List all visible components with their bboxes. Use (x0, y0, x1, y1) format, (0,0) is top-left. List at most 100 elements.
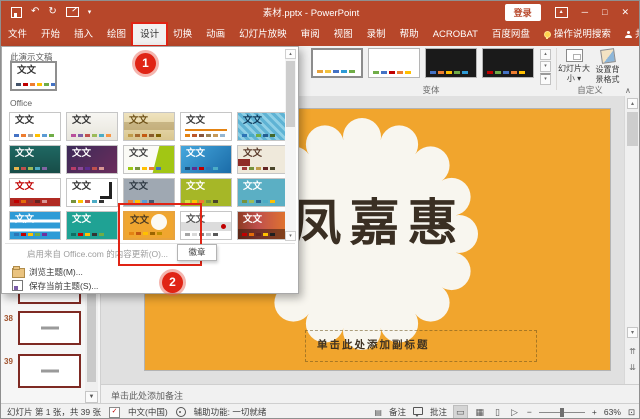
fit-to-window-icon[interactable]: ⊡ (628, 407, 635, 418)
slideshow-view-button[interactable]: ▷ (509, 406, 520, 419)
theme-color-strip (14, 200, 47, 203)
office-content-update-item: 启用来自 Office.com 的内容更新(O)... (27, 248, 168, 260)
slide-thumbnail-38[interactable] (18, 311, 81, 345)
thumbnail-scroll-down-icon[interactable]: ▼ (85, 391, 98, 403)
gallery-scroll-down-icon[interactable]: ▾ (540, 61, 551, 72)
variants-gallery (311, 48, 534, 78)
scroll-up-icon[interactable]: ▴ (627, 98, 638, 109)
minimize-button[interactable]: ─ (582, 8, 588, 17)
tab-视图[interactable]: 视图 (327, 23, 360, 46)
zoom-slider[interactable] (539, 408, 585, 417)
tab-设计[interactable]: 设计 (133, 23, 166, 46)
scroll-down-icon[interactable]: ▾ (627, 327, 638, 338)
tab-审阅[interactable]: 审阅 (294, 23, 327, 46)
theme-thumbnail[interactable]: 文文 (180, 145, 232, 174)
tab-插入[interactable]: 插入 (67, 23, 100, 46)
gallery-scroll-up-icon[interactable]: ▴ (540, 49, 551, 60)
tab-百度网盘[interactable]: 百度网盘 (485, 23, 537, 46)
undo-icon[interactable]: ↶ (31, 7, 39, 17)
slide-size-button[interactable]: 幻灯片大小 ▾ (557, 49, 591, 83)
panel-scroll-up-icon[interactable]: ▴ (285, 49, 296, 59)
variant-thumbnail[interactable] (368, 48, 420, 78)
theme-thumbnail[interactable]: 文文 (180, 211, 232, 240)
theme-thumbnail[interactable]: 文文 (237, 112, 289, 141)
thumbnail-scrollbar-thumb[interactable] (87, 294, 96, 382)
theme-thumbnail[interactable]: 文文 (66, 178, 118, 207)
theme-thumbnail[interactable]: 文文 (9, 145, 61, 174)
theme-thumbnail[interactable]: 文文 (180, 112, 232, 141)
variants-gallery-scroll: ▴ ▾ ▾ (540, 49, 551, 85)
zoom-in-button[interactable]: + (592, 407, 597, 417)
previous-slide-icon[interactable]: ⇈ (627, 347, 638, 356)
thumbnail-scrollbar[interactable]: ▼ (85, 294, 98, 403)
panel-scrollbar[interactable]: ▴ ▾ (285, 49, 296, 241)
theme-thumbnail[interactable]: 文文 (123, 145, 175, 174)
maximize-button[interactable]: □ (602, 8, 607, 17)
office-section-label: Office (10, 98, 32, 108)
sign-in-button[interactable]: 登录 (505, 4, 541, 21)
format-background-button[interactable]: 设置背景格式 (592, 49, 623, 84)
theme-thumbnail-badge[interactable]: 文文 (123, 211, 175, 240)
theme-thumbnail[interactable]: 文文 (66, 112, 118, 141)
editor-scrollbar-thumb[interactable] (627, 112, 638, 146)
tab-文件[interactable]: 文件 (1, 23, 34, 46)
notes-pane[interactable]: 单击此处添加备注 (101, 384, 640, 403)
spell-check-icon[interactable]: ✓ (109, 407, 120, 418)
tab-共享[interactable]: 共享 (618, 23, 640, 46)
tab-录制[interactable]: 录制 (360, 23, 393, 46)
tab-绘图[interactable]: 绘图 (100, 23, 133, 46)
tab-帮助[interactable]: 帮助 (393, 23, 426, 46)
subtitle-placeholder-text: 单击此处添加副标题 (317, 337, 430, 352)
theme-thumbnail[interactable]: 文文 (237, 211, 289, 240)
tab-切换[interactable]: 切换 (166, 23, 199, 46)
variant-thumbnail[interactable] (482, 48, 534, 78)
redo-icon[interactable]: ↻ (48, 7, 56, 17)
tab-开始[interactable]: 开始 (34, 23, 67, 46)
theme-sample-text: 文文 (10, 215, 60, 225)
language-indicator[interactable]: 中文(中国) (128, 406, 168, 418)
tab-幻灯片放映[interactable]: 幻灯片放映 (232, 23, 294, 46)
save-current-theme-item[interactable]: 保存当前主题(S)... (29, 280, 98, 292)
tab-label: 插入 (74, 23, 93, 46)
theme-thumbnail[interactable]: 文文 (9, 178, 61, 207)
theme-color-strip (185, 134, 225, 137)
customize-qat-icon[interactable]: ▾ (88, 9, 92, 16)
zoom-out-button[interactable]: − (527, 407, 532, 417)
theme-thumbnail[interactable]: 文文 (237, 178, 289, 207)
theme-thumbnail[interactable]: 文文 (180, 178, 232, 207)
zoom-slider-thumb[interactable] (560, 408, 564, 417)
browse-themes-item[interactable]: 浏览主题(M)... (29, 266, 83, 278)
tab-动画[interactable]: 动画 (199, 23, 232, 46)
collapse-ribbon-icon[interactable]: ∧ (625, 86, 631, 95)
reading-view-button[interactable]: ▯ (493, 406, 502, 419)
normal-view-button[interactable]: ▭ (454, 406, 467, 419)
theme-thumbnail[interactable]: 文文 (237, 145, 289, 174)
theme-thumbnail[interactable]: 文文 (9, 211, 61, 240)
theme-thumbnail[interactable]: 文文 (9, 112, 61, 141)
theme-color-strip (14, 233, 47, 236)
tab-操作说明搜索[interactable]: 操作说明搜索 (537, 23, 618, 46)
panel-scroll-down-icon[interactable]: ▾ (285, 231, 296, 241)
ribbon-display-options-icon[interactable]: ▴ (555, 7, 568, 18)
close-button[interactable]: ✕ (621, 8, 629, 17)
theme-thumbnail[interactable]: 文文 (123, 178, 175, 207)
tab-ACROBAT[interactable]: ACROBAT (426, 23, 485, 46)
theme-thumbnail[interactable]: 文文 (66, 145, 118, 174)
theme-thumbnail[interactable]: 文文 (123, 112, 175, 141)
editor-scrollbar[interactable]: ▴ ▾ ⇈ ⇊ (624, 96, 640, 384)
start-slideshow-icon[interactable] (66, 7, 79, 17)
save-icon[interactable] (11, 7, 22, 18)
subtitle-placeholder[interactable]: 单击此处添加副标题 (305, 330, 537, 362)
slide-thumbnail-39[interactable] (18, 354, 81, 388)
next-slide-icon[interactable]: ⇊ (627, 363, 638, 372)
variant-thumbnail[interactable] (311, 48, 363, 78)
slide-sorter-view-button[interactable]: ▦ (474, 406, 487, 419)
accessibility-status[interactable]: 辅助功能: 一切就绪 (194, 406, 267, 418)
zoom-level[interactable]: 63% (604, 407, 621, 417)
current-theme-thumbnail[interactable]: 文文 (10, 61, 57, 91)
theme-thumbnail[interactable]: 文文 (66, 211, 118, 240)
notes-toggle-button[interactable]: 备注 (389, 406, 406, 418)
comments-toggle-button[interactable]: 批注 (430, 406, 447, 418)
variant-thumbnail[interactable] (425, 48, 477, 78)
theme-sample-text: 文文 (67, 116, 117, 126)
